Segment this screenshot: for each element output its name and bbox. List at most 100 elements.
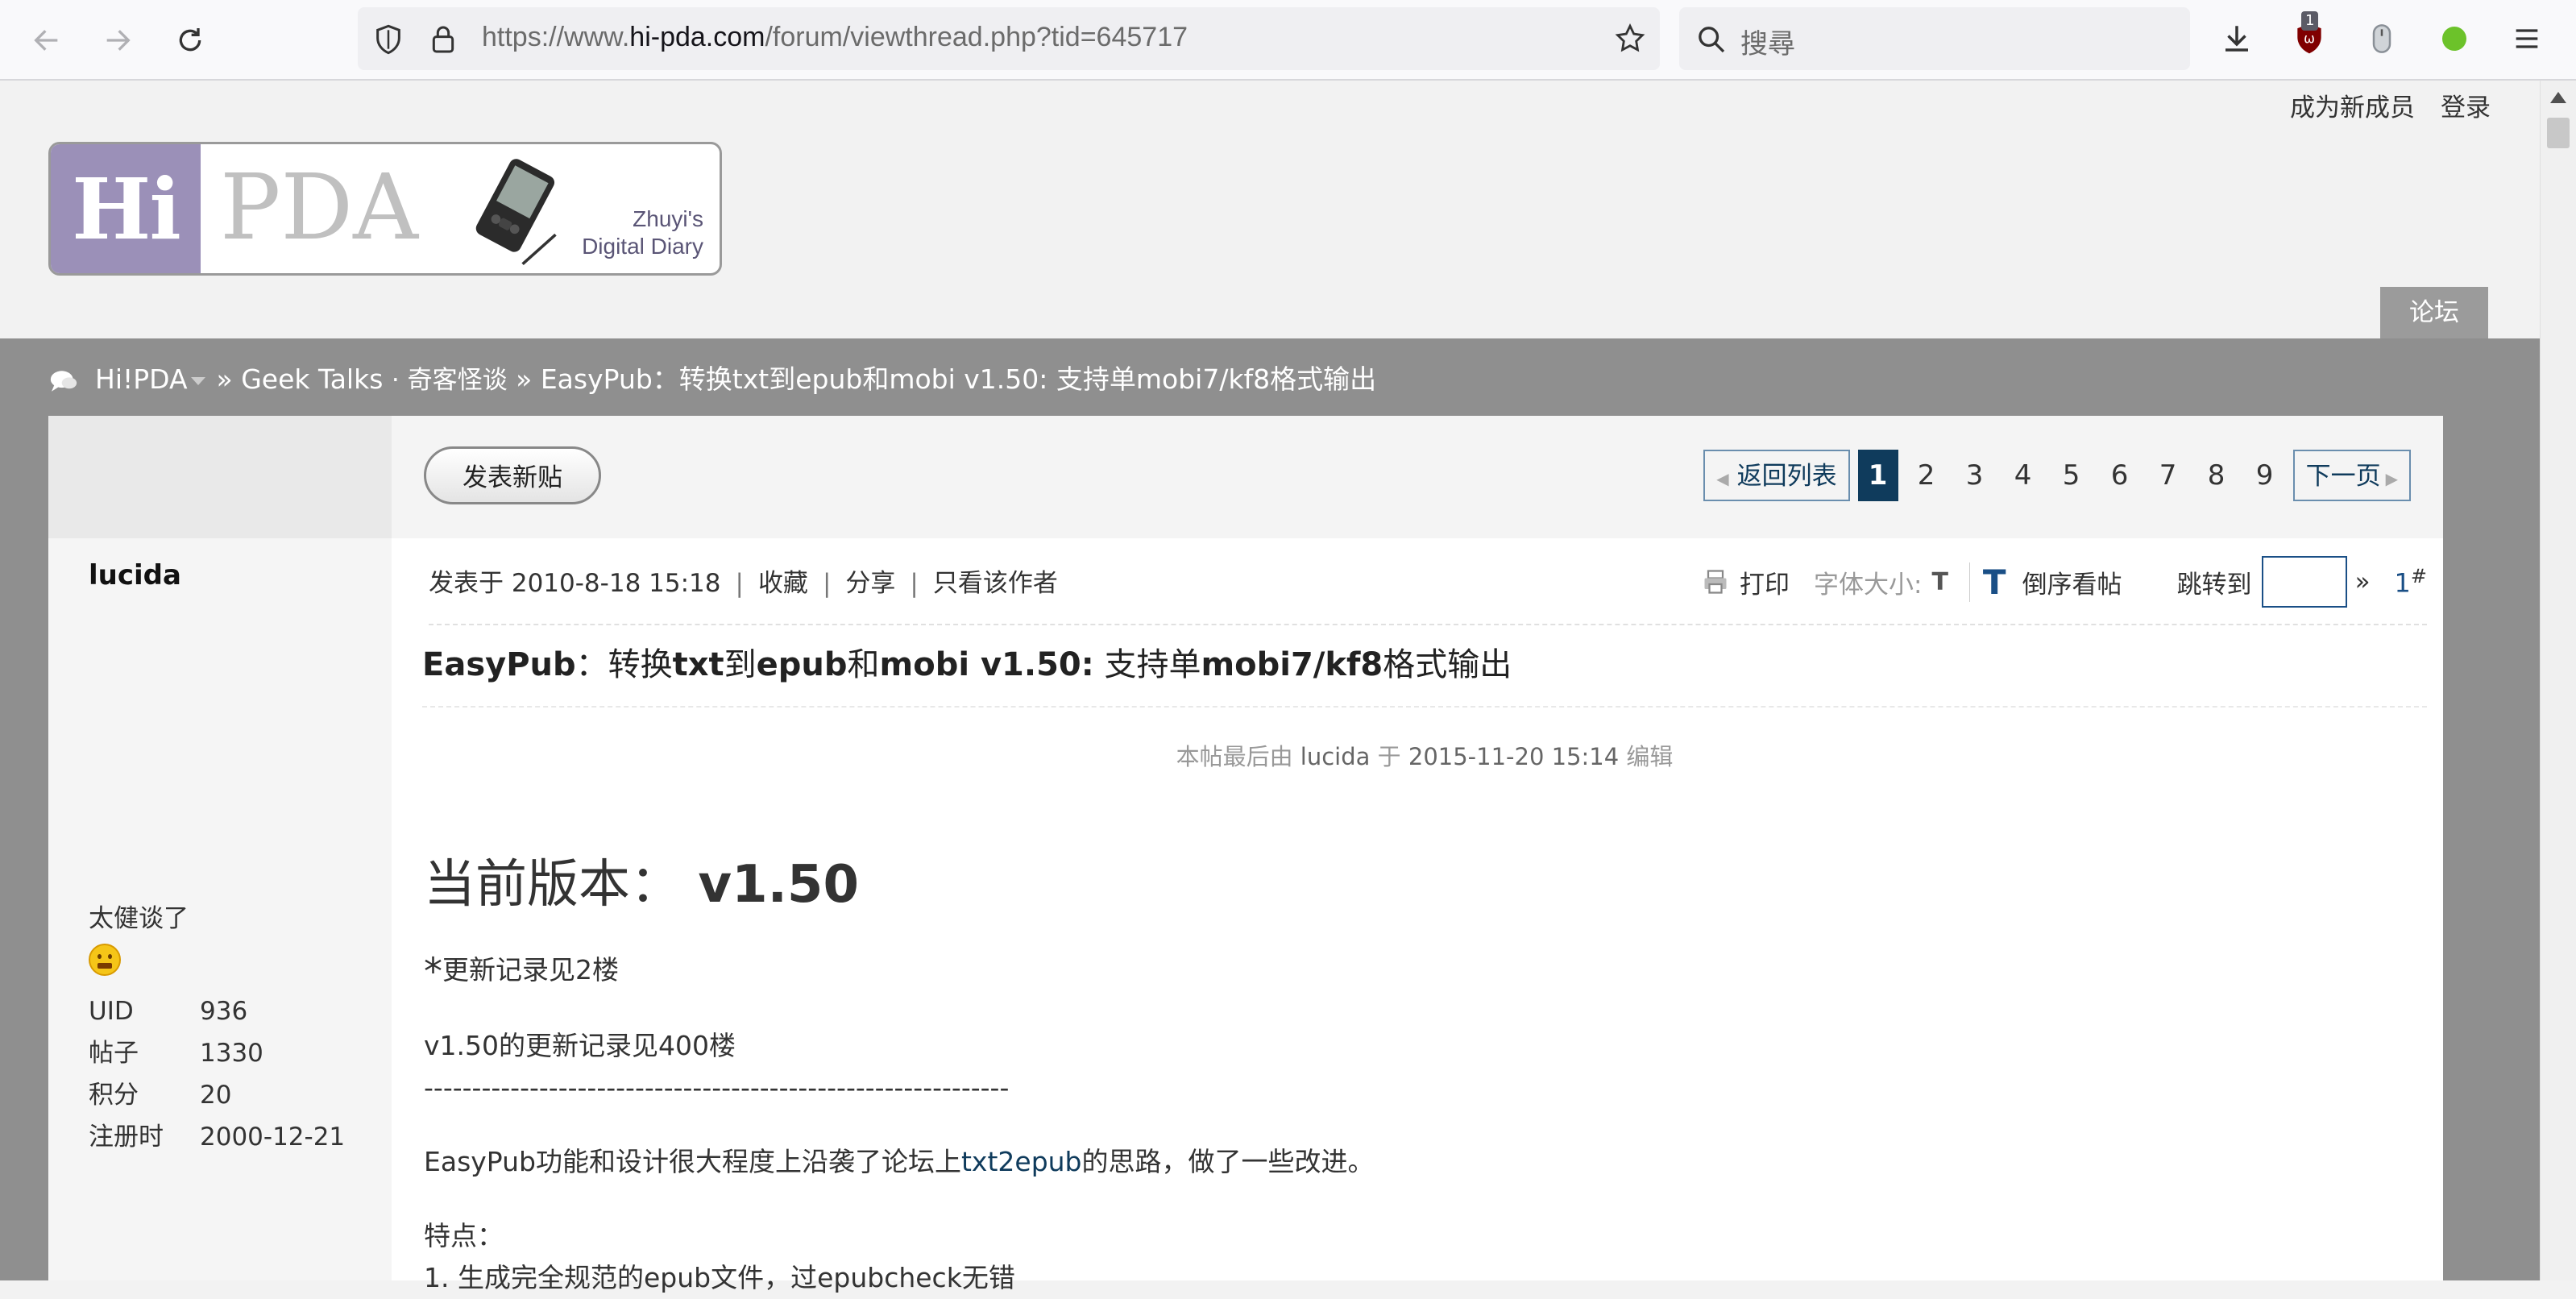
changelog-note-2: v1.50的更新记录见400楼 [424,1029,736,1061]
forum-tab[interactable]: 论坛 [2380,287,2488,338]
url-text[interactable]: https://www.hi-pda.com/forum/viewthread.… [482,22,1188,53]
triangle-left-icon: ◀ [1716,469,1729,488]
thread-toolbar: 发表新贴 ◀ 返回列表 1 2 3 4 5 6 7 8 9 下一页 ▶ [392,416,2443,538]
lock-icon[interactable] [427,23,459,56]
share-link[interactable]: 分享 [845,569,895,598]
url-domain: hi-pda.com [629,22,765,52]
content-band: Hi!PDA » Geek Talks · 奇客怪谈 » EasyPub：转换tx… [0,338,2541,1293]
floor-mark: # [2410,565,2427,588]
page-9[interactable]: 9 [2245,450,2285,501]
page-3[interactable]: 3 [1955,450,1995,501]
breadcrumb-sep-1: » [216,363,233,395]
page-4[interactable]: 4 [2003,450,2043,501]
shield-icon[interactable] [372,23,404,56]
scroll-up-arrow-icon[interactable] [2550,92,2566,103]
chat-bubble-icon [50,370,77,392]
register-link[interactable]: 成为新成员 [2290,93,2415,122]
page-6[interactable]: 6 [2100,450,2140,501]
ublock-count-badge: 1 [2301,11,2319,31]
favorite-link[interactable]: 收藏 [758,569,808,598]
printer-icon[interactable] [1701,567,1730,596]
version-heading: 当前版本： v1.50 [424,855,859,915]
jump-label: 跳转到 [2176,570,2252,600]
logo-tagline: Zhuyi's Digital Diary [582,205,703,260]
top-links: 成为新成员 登录 [2264,87,2491,123]
browser-toolbar: https://www.hi-pda.com/forum/viewthread.… [0,0,2576,81]
only-author-link[interactable]: 只看该作者 [933,569,1058,598]
page-scrollbar[interactable] [2540,81,2576,1280]
breadcrumb-home[interactable]: Hi!PDA [95,363,188,395]
green-dot-icon [2442,27,2466,51]
font-small-button[interactable]: T [1931,568,1948,596]
reload-button[interactable] [166,16,214,64]
page-1[interactable]: 1 [1857,450,1898,501]
stat-value: 2000-12-21 [200,1123,346,1152]
jump-go-button[interactable]: » [2355,567,2371,596]
arrow-right-icon [106,30,131,51]
stat-value[interactable]: 1330 [200,1032,263,1074]
scroll-thumb[interactable] [2547,118,2570,148]
extension-mouse-button[interactable] [2362,19,2401,58]
edit-note: 本帖最后由 lucida 于 2015-11-20 15:14 编辑 [422,738,2427,772]
breadcrumb-forum-sub[interactable]: · 奇客怪谈 [392,366,508,395]
smiley-icon [89,944,121,976]
font-size-label: 字体大小: [1813,570,1923,600]
font-big-button[interactable]: T [1968,562,2006,602]
bookmark-star-icon[interactable] [1613,22,1647,56]
login-link[interactable]: 登录 [2441,93,2491,122]
floor-number[interactable]: 1# [2395,565,2427,599]
print-link[interactable]: 打印 [1740,564,1790,600]
back-to-list-button[interactable]: ◀ 返回列表 [1703,450,1850,501]
logo-tagline-2: Digital Diary [582,234,703,259]
jump-floor-input[interactable] [2261,556,2347,608]
stat-key: 积分 [89,1081,139,1110]
stat-value: 936 [200,997,248,1026]
edit-note-prefix: 本帖最后由 [1176,743,1293,770]
changelog-note: *更新记录见2楼 [424,949,619,994]
logo-pda: PDA [220,156,419,260]
extension-status-button[interactable] [2435,19,2474,58]
author-title: 太健谈了 [89,904,189,933]
author-info: 太健谈了 UID 936 帖子 1330 积分 20 注册时 2000-12-21 [89,898,345,1158]
reload-icon [179,28,201,52]
search-bar[interactable]: 搜尋 [1679,7,2190,70]
page-5[interactable]: 5 [2051,450,2092,501]
triangle-right-icon: ▶ [2385,469,2398,488]
feature-item: 1. 生成完全规范的epub文件，过epubcheck无错 [424,1261,1015,1293]
stat-value: 20 [200,1081,232,1110]
site-logo[interactable]: Hi PDA Zhuyi's Digital Diary [48,142,722,276]
forward-button[interactable] [93,16,142,64]
logo-hi: Hi [51,144,201,273]
reverse-order-link[interactable]: 倒序看帖 [2022,564,2122,600]
download-button[interactable] [2217,19,2256,58]
url-bar[interactable]: https://www.hi-pda.com/forum/viewthread.… [358,7,1660,70]
next-page-button[interactable]: 下一页 ▶ [2292,450,2411,501]
arrow-left-icon [34,30,58,51]
stat-key: 帖子 [89,1039,139,1068]
page-7[interactable]: 7 [2148,450,2188,501]
stat-key: 注册时 [89,1123,164,1152]
stat-key: UID [89,997,134,1026]
page-content: 成为新成员 登录 Hi PDA Zhuyi's Digital Diary 论坛 … [0,81,2541,1293]
breadcrumb-thread: EasyPub：转换txt到epub和mobi v1.50: 支持单mobi7/… [540,363,1377,395]
author-name[interactable]: lucida [89,559,181,591]
stat-points: 积分 20 [89,1074,345,1116]
divider-dashes: ----------------------------------------… [424,1071,1010,1103]
edit-note-suffix: 编辑 [1626,743,1674,770]
page-2[interactable]: 2 [1906,450,1947,501]
post-body: 当前版本： v1.50 *更新记录见2楼 v1.50的更新记录见400楼 ---… [424,843,2422,1299]
post-meta-right: 打印 字体大小: T T 倒序看帖 跳转到 » 1# [1701,556,2427,608]
txt2epub-link[interactable]: txt2epub [961,1146,1082,1177]
new-post-button[interactable]: 发表新贴 [424,446,601,504]
menu-button[interactable] [2508,19,2546,58]
edit-note-time: 2015-11-20 15:14 [1408,743,1620,770]
svg-text:ω: ω [2304,31,2315,47]
breadcrumb-forum[interactable]: Geek Talks [241,363,383,395]
post-meta: 发表于 2010-8-18 15:18 | 收藏 | 分享 | 只看该作者 打印 字体大小:… [429,553,2427,625]
back-button[interactable] [23,16,71,64]
post-date: 发表于 2010-8-18 15:18 [429,569,721,598]
download-icon [2225,26,2248,52]
dropdown-caret-icon[interactable] [190,376,205,385]
edit-note-user: lucida [1300,743,1371,770]
page-8[interactable]: 8 [2196,450,2237,501]
